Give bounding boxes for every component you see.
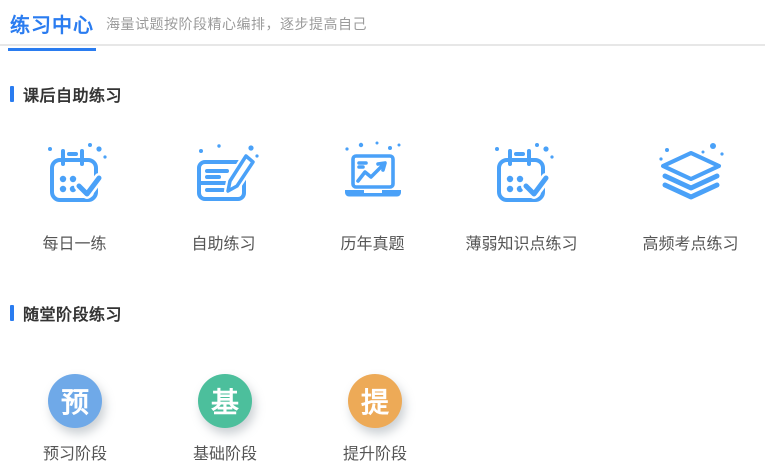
basic-stage-badge-icon: 基 bbox=[198, 374, 252, 428]
preview-stage-label: 预习阶段 bbox=[42, 446, 107, 463]
page-subtitle: 海量试题按阶段精心编排，逐步提高自己 bbox=[106, 16, 367, 32]
high-frequency-points-item[interactable]: 高频考点练习 bbox=[616, 137, 765, 254]
calendar-check-icon bbox=[482, 137, 562, 217]
weak-knowledge-points-label: 薄弱知识点练习 bbox=[465, 236, 578, 253]
page-title[interactable]: 练习中心 bbox=[8, 9, 96, 51]
weak-knowledge-points-item[interactable]: 薄弱知识点练习 bbox=[447, 137, 596, 254]
high-frequency-points-label: 高频考点练习 bbox=[642, 236, 739, 253]
layers-icon bbox=[651, 137, 731, 217]
improve-stage-badge-icon: 提 bbox=[348, 374, 402, 428]
section-title-accent-bar bbox=[10, 86, 14, 102]
self-practice-label: 自助练习 bbox=[191, 236, 256, 253]
improve-stage-item[interactable]: 提提升阶段 bbox=[300, 374, 450, 464]
basic-stage-label: 基础阶段 bbox=[192, 446, 257, 463]
practice-items-row: 每日一练 自助练习 历年真题 薄弱知识点练习 高频考点练习 bbox=[0, 137, 765, 254]
daily-practice-label: 每日一练 bbox=[42, 236, 107, 253]
section-self-practice-title: 课后自助练习 bbox=[10, 82, 765, 106]
past-exam-papers-label: 历年真题 bbox=[340, 236, 405, 253]
daily-practice-item[interactable]: 每日一练 bbox=[0, 137, 149, 254]
page-header: 练习中心 海量试题按阶段精心编排，逐步提高自己 bbox=[0, 0, 765, 51]
edit-note-icon bbox=[184, 137, 264, 217]
section-stage-practice: 随堂阶段练习 预预习阶段基基础阶段提提升阶段 bbox=[0, 301, 765, 464]
stage-items-row: 预预习阶段基基础阶段提提升阶段 bbox=[0, 374, 765, 464]
past-exam-papers-item[interactable]: 历年真题 bbox=[298, 137, 447, 254]
calendar-check-icon bbox=[35, 137, 115, 217]
preview-stage-badge-icon: 预 bbox=[48, 374, 102, 428]
basic-stage-item[interactable]: 基基础阶段 bbox=[150, 374, 300, 464]
section-stage-practice-title: 随堂阶段练习 bbox=[10, 301, 765, 325]
section-title-accent-bar bbox=[10, 305, 14, 321]
section-self-practice: 课后自助练习 每日一练 自助练习 历年真题 薄弱知识点练习 高频考点练习 bbox=[0, 82, 765, 254]
preview-stage-item[interactable]: 预预习阶段 bbox=[0, 374, 150, 464]
self-practice-item[interactable]: 自助练习 bbox=[149, 137, 298, 254]
section-title-text: 课后自助练习 bbox=[23, 88, 123, 105]
improve-stage-label: 提升阶段 bbox=[342, 446, 407, 463]
laptop-chart-icon bbox=[333, 137, 413, 217]
section-title-text: 随堂阶段练习 bbox=[23, 307, 123, 324]
